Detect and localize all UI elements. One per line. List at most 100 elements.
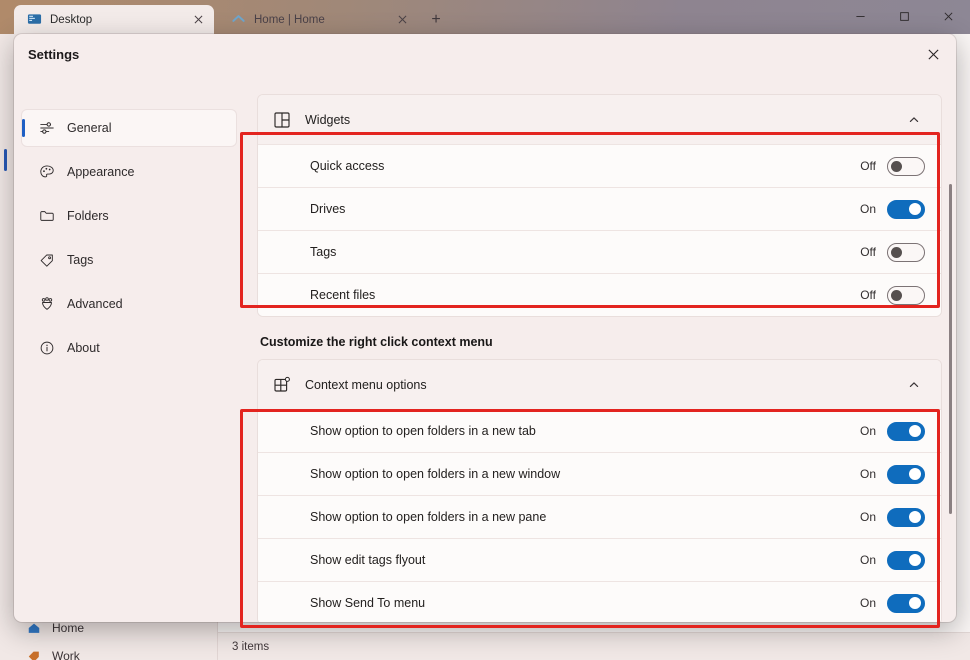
context-row-state: On — [860, 553, 876, 567]
table-row[interactable]: Tags Off — [258, 230, 941, 273]
bg-sidebar-item-work-label: Work — [52, 649, 80, 660]
info-icon — [38, 340, 55, 357]
toggle-open-folders-new-pane[interactable] — [887, 508, 925, 527]
toggle-knob — [909, 554, 921, 566]
folder-icon — [38, 208, 55, 225]
sidebar-item-advanced-label: Advanced — [67, 297, 123, 311]
table-row[interactable]: Show edit tags flyout On — [258, 538, 941, 581]
settings-content: Widgets Quick access Off Drives On — [244, 74, 956, 622]
maximize-icon — [899, 11, 910, 22]
home-icon — [26, 620, 42, 636]
tab-desktop[interactable]: Desktop — [14, 5, 214, 34]
context-row-label: Show edit tags flyout — [310, 553, 860, 567]
sidebar-item-general[interactable]: General — [22, 110, 236, 146]
context-row-state: On — [860, 424, 876, 438]
tab-home-label: Home | Home — [254, 14, 384, 26]
monitor-icon — [26, 12, 42, 28]
sidebar-selection-indicator — [4, 149, 7, 171]
sidebar-item-appearance[interactable]: Appearance — [22, 154, 236, 190]
close-icon — [943, 11, 954, 22]
settings-dialog: Settings General — [14, 34, 956, 622]
close-icon — [927, 48, 940, 61]
bg-sidebar-item-home-label: Home — [52, 621, 84, 635]
tab-desktop-close-icon[interactable] — [188, 10, 208, 30]
sidebar-item-about[interactable]: About — [22, 330, 236, 366]
table-row[interactable]: Show Send To menu On — [258, 581, 941, 622]
toggle-knob — [891, 161, 902, 172]
new-tab-button[interactable]: + — [425, 9, 447, 31]
context-row-label: Show option to open folders in a new pan… — [310, 510, 860, 524]
palette-icon — [38, 164, 55, 181]
close-window-button[interactable] — [926, 0, 970, 32]
context-row-state: On — [860, 467, 876, 481]
sidebar-item-advanced[interactable]: Advanced — [22, 286, 236, 322]
widget-row-label: Drives — [310, 202, 860, 216]
tab-home-close-icon[interactable] — [392, 10, 412, 30]
toggle-knob — [909, 511, 921, 523]
tab-desktop-label: Desktop — [50, 14, 180, 26]
toggle-drives[interactable] — [887, 200, 925, 219]
sidebar-item-about-label: About — [67, 341, 100, 355]
bg-sidebar-item-home[interactable]: Home — [26, 620, 84, 636]
toggle-open-folders-new-tab[interactable] — [887, 422, 925, 441]
minimize-icon — [855, 11, 866, 22]
widget-row-state: Off — [860, 245, 876, 259]
chevron-up-icon[interactable] — [903, 109, 925, 131]
context-menu-card-title: Context menu options — [305, 378, 889, 392]
widget-row-state: Off — [860, 288, 876, 302]
tag-icon — [26, 648, 42, 660]
sidebar-item-appearance-label: Appearance — [67, 165, 134, 179]
plus-icon: + — [431, 11, 440, 29]
toggle-knob — [909, 425, 921, 437]
toggle-open-folders-new-window[interactable] — [887, 465, 925, 484]
sidebar-item-tags[interactable]: Tags — [22, 242, 236, 278]
toggle-tags[interactable] — [887, 243, 925, 262]
bg-sidebar-item-work[interactable]: Work — [26, 648, 80, 660]
tag-icon — [38, 252, 55, 269]
widgets-card-header[interactable]: Widgets — [258, 95, 941, 144]
status-bar-item-count: 3 items — [232, 641, 269, 653]
sidebar-item-folders[interactable]: Folders — [22, 198, 236, 234]
context-menu-card-header[interactable]: Context menu options — [258, 360, 941, 409]
toggle-quick-access[interactable] — [887, 157, 925, 176]
context-menu-grid-icon — [272, 375, 291, 394]
table-row[interactable]: Show option to open folders in a new pan… — [258, 495, 941, 538]
toggle-knob — [909, 597, 921, 609]
window-titlebar: Desktop Home | Home + — [0, 0, 970, 34]
table-row[interactable]: Show option to open folders in a new tab… — [258, 409, 941, 452]
tab-home[interactable]: Home | Home — [218, 5, 418, 34]
toggle-knob — [909, 203, 921, 215]
table-row[interactable]: Quick access Off — [258, 144, 941, 187]
content-scrollbar[interactable] — [949, 184, 952, 514]
maximize-button[interactable] — [882, 0, 926, 32]
toggle-knob — [891, 247, 902, 258]
settings-header: Settings — [14, 34, 956, 74]
widgets-card: Widgets Quick access Off Drives On — [257, 94, 942, 317]
widget-row-label: Quick access — [310, 159, 860, 173]
toggle-knob — [891, 290, 902, 301]
advanced-icon — [38, 296, 55, 313]
toggle-knob — [909, 468, 921, 480]
settings-navigation: General Appearance Folders — [14, 74, 244, 622]
toggle-recent-files[interactable] — [887, 286, 925, 305]
table-row[interactable]: Show option to open folders in a new win… — [258, 452, 941, 495]
chevron-up-icon[interactable] — [903, 374, 925, 396]
sidebar-item-general-label: General — [67, 121, 111, 135]
context-row-label: Show option to open folders in a new tab — [310, 424, 860, 438]
context-menu-section-heading: Customize the right click context menu — [260, 335, 942, 349]
sidebar-item-folders-label: Folders — [67, 209, 109, 223]
table-row[interactable]: Drives On — [258, 187, 941, 230]
settings-close-button[interactable] — [910, 34, 956, 74]
widgets-grid-icon — [272, 110, 291, 129]
widget-row-state: Off — [860, 159, 876, 173]
context-row-state: On — [860, 510, 876, 524]
widget-row-state: On — [860, 202, 876, 216]
settings-title: Settings — [28, 47, 79, 62]
home-chevron-icon — [230, 12, 246, 28]
toggle-send-to-menu[interactable] — [887, 594, 925, 613]
widget-row-label: Tags — [310, 245, 860, 259]
table-row[interactable]: Recent files Off — [258, 273, 941, 316]
status-bar: 3 items — [218, 632, 970, 660]
minimize-button[interactable] — [838, 0, 882, 32]
toggle-edit-tags-flyout[interactable] — [887, 551, 925, 570]
